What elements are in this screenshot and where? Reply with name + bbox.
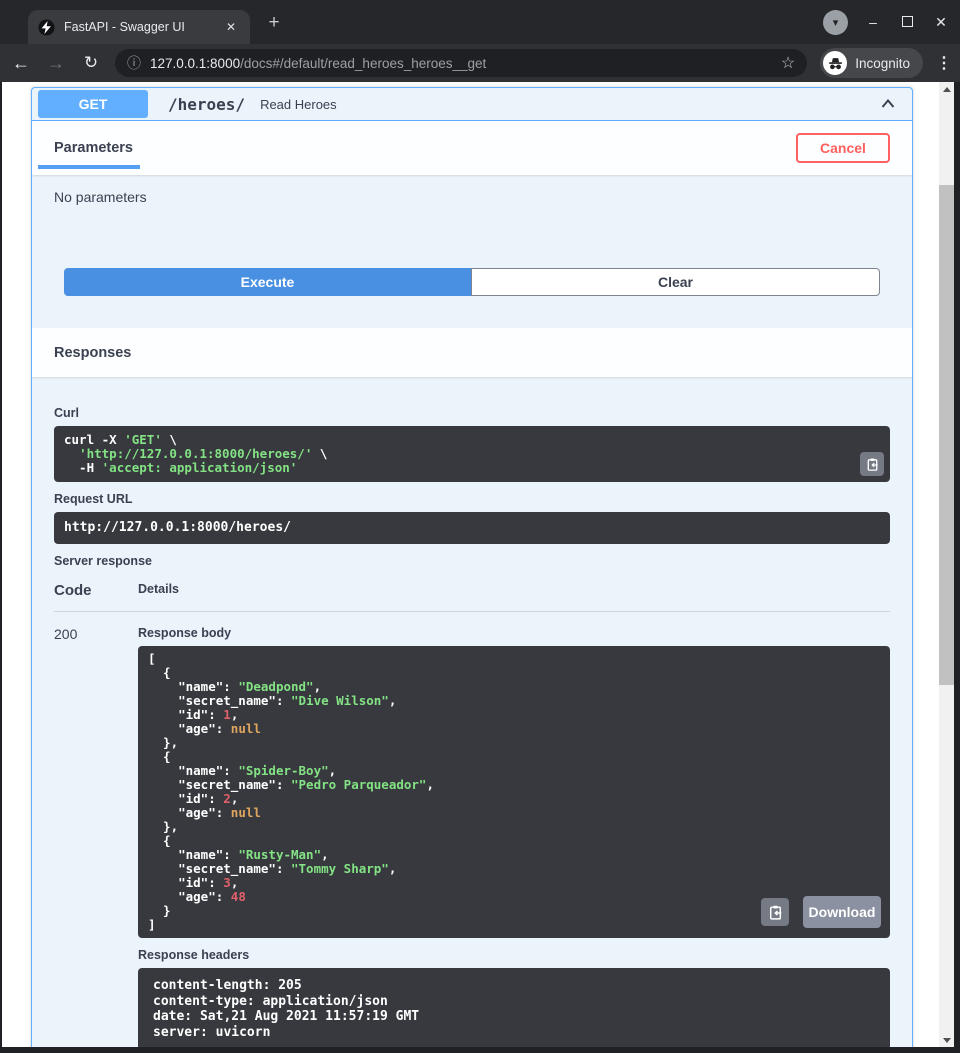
- details-column-header: Details: [138, 582, 179, 599]
- code-line: "secret_name": "Tommy Sharp",: [148, 862, 880, 876]
- maximize-box: [902, 16, 913, 27]
- code-line: "id": 2,: [148, 792, 880, 806]
- url-text: 127.0.0.1:8000/docs#/default/read_heroes…: [150, 56, 772, 71]
- url-path: /docs#/default/read_heroes_heroes__get: [240, 56, 486, 71]
- response-body-label: Response body: [138, 626, 890, 640]
- code-line: curl -X 'GET' \: [64, 433, 850, 447]
- responses-body: Curl curl -X 'GET' \ 'http://127.0.0.1:8…: [32, 406, 912, 1047]
- server-response-label: Server response: [54, 554, 890, 568]
- code-line: content-type: application/json: [153, 994, 875, 1010]
- new-tab-button[interactable]: +: [262, 12, 286, 36]
- triangle-up: [943, 87, 951, 92]
- code-column-header: Code: [54, 582, 138, 599]
- request-url-label: Request URL: [54, 492, 890, 506]
- method-badge: GET: [38, 90, 148, 118]
- code-line: "name": "Rusty-Man",: [148, 848, 880, 862]
- response-headers-block: content-length: 205content-type: applica…: [138, 968, 890, 1047]
- response-details-cell: Response body [ { "name": "Deadpond", "s…: [138, 626, 890, 1047]
- page-scrollbar[interactable]: [939, 82, 954, 1047]
- maximize-icon[interactable]: [898, 14, 916, 30]
- code-line: [: [148, 652, 880, 666]
- status-code: 200: [54, 626, 138, 1047]
- browser-tab-strip: FastAPI - Swagger UI ✕ + ▾ – ✕: [0, 0, 960, 44]
- operation-summary-text: Read Heroes: [260, 97, 337, 112]
- operation-path: /heroes/: [168, 95, 245, 114]
- curl-label: Curl: [54, 406, 890, 420]
- response-headers-label: Response headers: [138, 948, 890, 962]
- code-line: "secret_name": "Pedro Parqueador",: [148, 778, 880, 792]
- execute-button-group: Execute Clear: [32, 219, 912, 328]
- code-line: http://127.0.0.1:8000/heroes/: [64, 521, 880, 535]
- window-close-icon[interactable]: ✕: [932, 14, 950, 31]
- browser-menu-icon[interactable]: ⋮: [936, 53, 950, 73]
- clipboard-icon: [767, 904, 784, 921]
- address-bar[interactable]: ⓘ 127.0.0.1:8000/docs#/default/read_hero…: [115, 49, 807, 77]
- code-line: "age": null: [148, 806, 880, 820]
- code-line: content-length: 205: [153, 978, 875, 994]
- code-line: date: Sat,21 Aug 2021 11:57:19 GMT: [153, 1009, 875, 1025]
- back-icon[interactable]: ←: [10, 53, 32, 74]
- code-line: },: [148, 820, 880, 834]
- code-line: -H 'accept: application/json': [64, 461, 850, 475]
- code-line: {: [148, 666, 880, 680]
- incognito-icon: [823, 51, 847, 75]
- clear-button[interactable]: Clear: [471, 268, 880, 296]
- code-line: 'http://127.0.0.1:8000/heroes/' \: [64, 447, 850, 461]
- cancel-button[interactable]: Cancel: [796, 133, 890, 163]
- bookmark-star-icon[interactable]: ☆: [781, 53, 795, 73]
- browser-tab[interactable]: FastAPI - Swagger UI ✕: [28, 10, 250, 44]
- fastapi-favicon: [38, 19, 55, 36]
- opblock-get-heroes: GET /heroes/ Read Heroes Parameters Canc…: [31, 87, 913, 1047]
- curl-command-block: curl -X 'GET' \ 'http://127.0.0.1:8000/h…: [54, 426, 890, 482]
- page-content: GET /heroes/ Read Heroes Parameters Canc…: [2, 82, 954, 1047]
- code-line: "id": 1,: [148, 708, 880, 722]
- request-url-block: http://127.0.0.1:8000/heroes/: [54, 512, 890, 544]
- parameters-tab-underline: [38, 165, 140, 169]
- forward-icon[interactable]: →: [45, 53, 67, 74]
- code-line: {: [148, 750, 880, 764]
- swagger-operation-wrapper: GET /heroes/ Read Heroes Parameters Canc…: [31, 87, 913, 1047]
- responses-header: Responses: [32, 328, 912, 377]
- copy-response-button[interactable]: [761, 898, 789, 926]
- url-host: 127.0.0.1:8000: [150, 56, 240, 71]
- code-line: {: [148, 834, 880, 848]
- code-line: "age": null: [148, 722, 880, 736]
- code-line: server: uvicorn: [153, 1025, 875, 1041]
- site-info-icon[interactable]: ⓘ: [127, 53, 141, 73]
- tab-title: FastAPI - Swagger UI: [64, 20, 222, 34]
- execute-button[interactable]: Execute: [64, 268, 471, 296]
- code-line: },: [148, 736, 880, 750]
- response-body-block: [ { "name": "Deadpond", "secret_name": "…: [138, 646, 890, 938]
- tab-close-icon[interactable]: ✕: [222, 18, 240, 36]
- download-button[interactable]: Download: [803, 896, 881, 928]
- no-parameters-text: No parameters: [32, 175, 912, 219]
- parameters-title: Parameters: [54, 140, 133, 156]
- reload-icon[interactable]: ↻: [80, 53, 102, 73]
- collapse-chevron-icon[interactable]: [876, 92, 900, 116]
- response-row: 200 Response body [ { "name": "Deadpond"…: [54, 612, 890, 1047]
- parameters-header: Parameters Cancel: [32, 121, 912, 175]
- code-line: "name": "Spider-Boy",: [148, 764, 880, 778]
- code-line: "secret_name": "Dive Wilson",: [148, 694, 880, 708]
- responses-title: Responses: [54, 345, 131, 361]
- window-controls: ▾ – ✕: [823, 0, 950, 44]
- clipboard-icon: [865, 457, 880, 472]
- operation-summary[interactable]: GET /heroes/ Read Heroes: [32, 88, 912, 121]
- copy-curl-button[interactable]: [860, 452, 884, 476]
- server-response-table: Code Details 200 Response body [ { "name…: [54, 582, 890, 1047]
- code-line: "name": "Deadpond",: [148, 680, 880, 694]
- scrollbar-thumb[interactable]: [939, 185, 954, 685]
- incognito-badge: Incognito: [820, 48, 923, 78]
- triangle-down: [943, 1038, 951, 1043]
- code-line: "id": 3,: [148, 876, 880, 890]
- browser-toolbar: ← → ↻ ⓘ 127.0.0.1:8000/docs#/default/rea…: [0, 44, 960, 82]
- response-table-header: Code Details: [54, 582, 890, 612]
- minimize-icon[interactable]: –: [864, 14, 882, 30]
- scrollbar-down-icon[interactable]: [939, 1033, 954, 1047]
- scrollbar-up-icon[interactable]: [939, 82, 954, 96]
- incognito-label: Incognito: [855, 56, 910, 71]
- tab-search-icon[interactable]: ▾: [823, 10, 848, 35]
